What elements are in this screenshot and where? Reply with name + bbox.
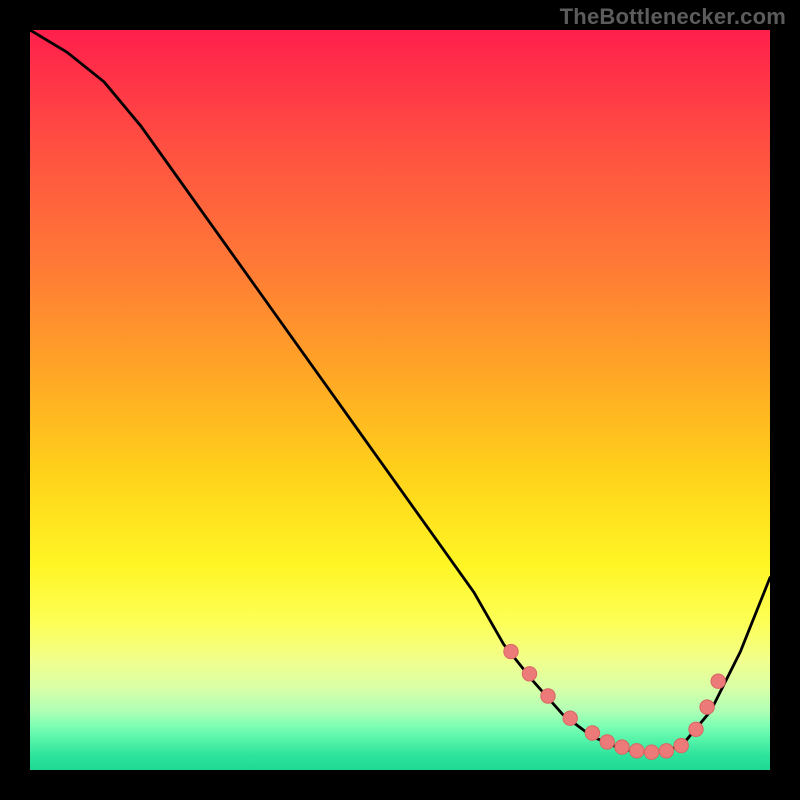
chart-container: TheBottlenecker.com [0, 0, 800, 800]
attribution-text: TheBottlenecker.com [560, 4, 786, 30]
curve-marker [563, 711, 577, 725]
curve-marker [711, 674, 725, 688]
curve-marker [644, 745, 658, 759]
curve-marker [700, 700, 714, 714]
bottleneck-curve [30, 30, 770, 753]
curve-markers [504, 644, 726, 759]
curve-marker [659, 744, 673, 758]
curve-marker [689, 722, 703, 736]
curve-marker [600, 735, 614, 749]
curve-marker [615, 740, 629, 754]
curve-marker [522, 667, 536, 681]
curve-marker [674, 738, 688, 752]
curve-marker [630, 744, 644, 758]
curve-marker [541, 689, 555, 703]
plot-area [30, 30, 770, 770]
curve-marker [504, 644, 518, 658]
curve-marker [585, 726, 599, 740]
chart-overlay [30, 30, 770, 770]
